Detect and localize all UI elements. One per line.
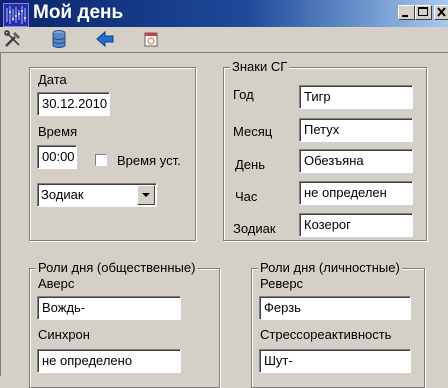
database-icon[interactable]: [49, 29, 69, 49]
personal-roles-caption: Роли дня (личностные): [258, 260, 402, 275]
sign-field-day[interactable]: Обезъяна: [299, 149, 413, 173]
stress-field[interactable]: Шут-: [259, 349, 411, 373]
back-arrow-icon[interactable]: [95, 29, 115, 49]
sign-label-year: Год: [233, 87, 254, 102]
public-roles-caption: Роли дня (общественные): [36, 260, 198, 275]
mode-select-value: Зодиак: [41, 187, 84, 202]
revers-label: Реверс: [260, 276, 304, 291]
toolbar: [0, 27, 448, 51]
sign-field-zodiac[interactable]: Козерог: [299, 213, 413, 237]
maximize-icon: [418, 7, 428, 16]
window-title: Мой день: [33, 2, 124, 23]
minimize-icon: [402, 15, 408, 17]
close-button[interactable]: [434, 5, 448, 20]
sign-label-hour: Час: [235, 189, 258, 204]
tools-icon[interactable]: [3, 29, 23, 49]
synchron-field[interactable]: не определено: [37, 349, 181, 373]
time-set-checkbox[interactable]: [95, 154, 107, 166]
chevron-down-icon[interactable]: [137, 185, 155, 205]
time-field[interactable]: 00:00: [37, 145, 77, 169]
date-label: Дата: [38, 72, 67, 87]
mode-select[interactable]: Зодиак: [37, 183, 157, 207]
maximize-button[interactable]: [415, 5, 432, 20]
avers-label: Аверс: [38, 276, 75, 291]
stress-label: Стрессореактивность: [260, 327, 392, 342]
calendar-icon[interactable]: [141, 29, 161, 49]
time-label: Время: [38, 124, 78, 139]
date-field[interactable]: 30.12.2010: [37, 92, 110, 116]
close-icon: [437, 7, 446, 17]
revers-field[interactable]: Ферзь: [259, 296, 411, 320]
sign-label-zodiac: Зодиак: [233, 221, 276, 236]
synchron-label: Синхрон: [38, 327, 90, 342]
sign-label-day: День: [235, 157, 265, 172]
sign-field-month[interactable]: Петух: [299, 118, 413, 142]
sign-field-hour[interactable]: не определен: [299, 181, 413, 205]
signs-group-caption: Знаки СГ: [230, 59, 290, 74]
app-icon: [3, 3, 29, 27]
minimize-button[interactable]: [398, 5, 415, 20]
time-set-label: Время уст.: [117, 153, 181, 168]
title-bar[interactable]: Мой день: [0, 0, 448, 27]
sign-field-year[interactable]: Тигр: [299, 85, 413, 109]
sign-label-month: Месяц: [233, 124, 273, 139]
avers-field[interactable]: Вождь-: [37, 296, 181, 320]
